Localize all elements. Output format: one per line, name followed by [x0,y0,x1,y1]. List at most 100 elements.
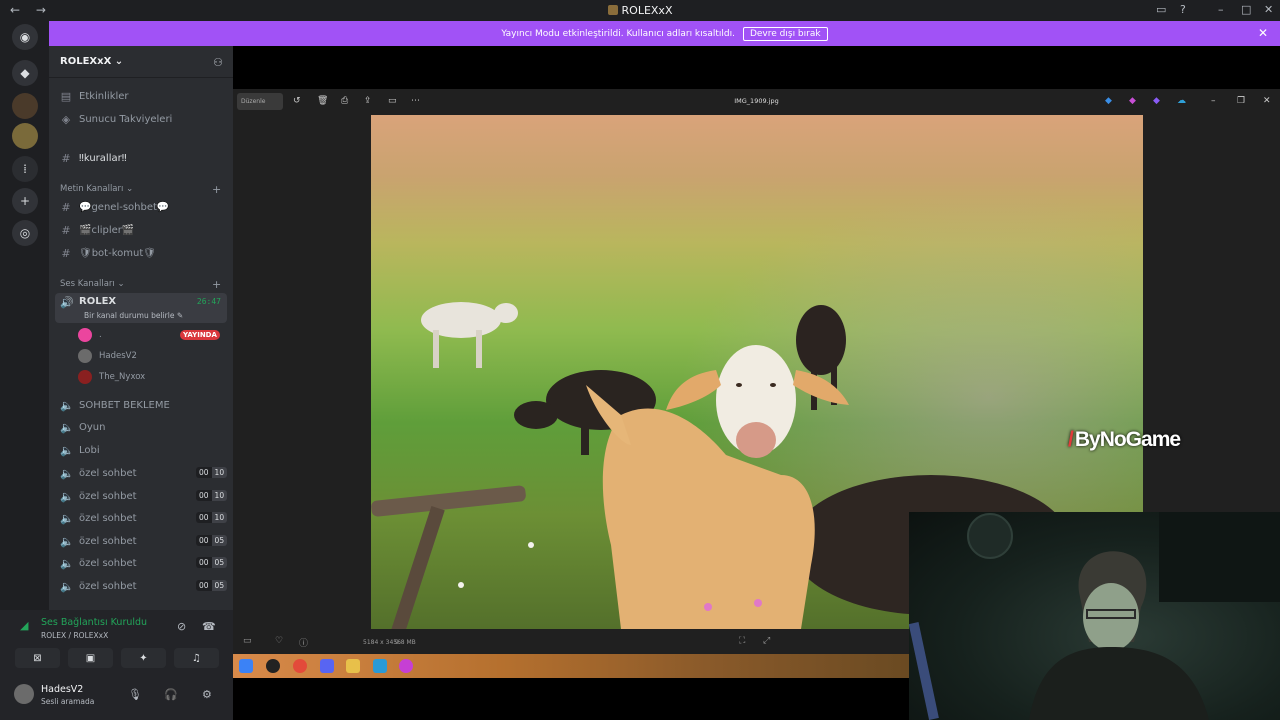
hash-icon: # [61,223,71,237]
user-limit: 00 05 [196,535,228,546]
add-voice-channel-icon[interactable]: + [212,278,221,291]
add-server-icon[interactable]: + [12,188,38,214]
stream-letterbox-top [233,46,1280,89]
server-icon-rolex[interactable] [12,123,38,149]
voice-channel-rolex[interactable]: 🔊 ROLEX Bir kanal durumu belirle ✎ 26:47 [55,293,227,323]
calendar-icon: ▤ [60,89,72,103]
fullscreen-icon[interactable]: ⤢ [763,636,770,646]
speaker-icon: 🔊 [60,296,74,309]
window-titlebar: ← → ROLEXxX ▭ ? – □ ✕ [0,0,1280,21]
channel-status[interactable]: Bir kanal durumu belirle ✎ [84,311,183,320]
nitro-icon[interactable]: ◆ [12,60,38,86]
help-icon[interactable]: ? [1180,3,1186,16]
viewer-close-icon[interactable]: ✕ [1263,96,1271,106]
server-header[interactable]: ROLEXxX ⌄ ⚇ [49,46,233,78]
filmstrip-icon[interactable]: ▭ [243,636,252,646]
close-icon[interactable]: ✕ [1264,3,1273,16]
avatar [14,684,34,704]
noise-suppression-icon[interactable]: ⊘ [177,620,186,633]
settings-gear-icon[interactable]: ⚙ [202,688,212,701]
server-icon-1[interactable] [12,93,38,119]
voice-member[interactable]: . [78,326,102,344]
server-name: ROLEXxX ⌄ [60,56,124,67]
live-badge: YAYINDA [180,330,220,340]
window-title: ROLEXxX [0,4,1280,17]
voice-channel[interactable]: 🔈 SOHBET BEKLEME [55,395,227,415]
add-channel-icon[interactable]: + [212,183,221,196]
text-category[interactable]: Metin Kanalları ⌄ + [60,183,221,196]
inbox-icon[interactable]: ▭ [1156,3,1166,16]
app-icon[interactable] [399,659,413,673]
user-limit: 00 10 [196,467,228,478]
viewer-statusbar: ▭ ♡ ⓘ 5184 x 3456 9.8 MB ⛶ ⤢ [233,634,913,652]
avatar [78,349,92,363]
channel-bot-komut[interactable]: # 🛡bot-komut🛡 [55,243,227,263]
discord-icon[interactable] [320,659,334,673]
channel-genel-sohbet[interactable]: # 💬genel-sohbet💬 [55,197,227,217]
voice-channel[interactable]: 🔈 özel sohbet 00 10 [55,508,228,528]
hash-icon: # [61,246,71,260]
bynogame-watermark: /ByNoGame [1068,428,1181,451]
app-icon[interactable]: ◆ [1129,96,1136,106]
activities-button[interactable]: ✦ [121,648,166,668]
voice-channel[interactable]: 🔈 Oyun [55,417,227,437]
voice-status: Ses Bağlantısı Kuruldu [41,617,148,628]
voice-channel[interactable]: 🔈 özel sohbet 00 10 [55,486,228,506]
boosts-item[interactable]: ◈ Sunucu Takviyeleri [55,109,227,129]
voice-user-panel: ◢ Ses Bağlantısı Kuruldu ROLEX / ROLEXxX… [0,610,233,720]
explore-icon[interactable]: ◎ [12,220,38,246]
disconnect-icon[interactable]: ☎ [202,620,216,633]
channel-sidebar: ROLEXxX ⌄ ⚇ ▤ Etkinlikler ◈ Sunucu Takviye… [49,46,233,610]
voice-member[interactable]: HadesV2 [78,347,137,365]
speaker-icon: 🔈 [60,443,74,457]
voice-channel[interactable]: 🔈 özel sohbet 00 05 [55,531,228,551]
headphones-icon[interactable]: 🎧 [164,688,178,701]
discord-home-icon[interactable]: ◉ [12,24,38,50]
info-icon[interactable]: ⓘ [299,636,308,649]
app-icon[interactable]: ◆ [1153,96,1160,106]
voice-channel[interactable]: 🔈 özel sohbet 00 05 [55,553,228,573]
fit-icon[interactable]: ⛶ [739,636,745,646]
webcam-person-illustration [909,512,1280,720]
voice-channel[interactable]: 🔈 özel sohbet 00 10 [55,463,228,483]
microphone-icon[interactable]: 🎙 [128,688,142,701]
maximize-icon[interactable]: □ [1241,3,1251,16]
invite-icon[interactable]: ⚇ [213,56,223,69]
hash-icon: # [61,200,71,214]
windows-start-icon[interactable] [239,659,253,673]
search-icon[interactable] [266,659,280,673]
events-item[interactable]: ▤ Etkinlikler [55,86,227,106]
speaker-icon: 🔈 [60,534,74,548]
channel-kurallar[interactable]: # ‼kurallar‼ [55,148,227,168]
chrome-icon[interactable] [293,659,307,673]
user-limit: 00 10 [196,512,228,523]
disable-streamer-mode-button[interactable]: Devre dışı bırak [742,26,828,41]
favorite-icon[interactable]: ♡ [275,636,283,646]
voice-channel[interactable]: 🔈 Lobi [55,440,227,460]
viewer-minimize-icon[interactable]: – [1211,96,1216,106]
minimize-icon[interactable]: – [1218,3,1224,16]
cloud-icon[interactable]: ☁ [1177,96,1186,106]
speaker-icon: 🔈 [60,556,74,570]
soundboard-button[interactable]: ♫ [174,648,219,668]
file-name: IMG_1909.jpg [734,97,779,105]
avatar [78,328,92,342]
photos-icon[interactable] [373,659,387,673]
folder-icon[interactable]: ⁞ [12,156,38,182]
app-icon[interactable]: ◆ [1105,96,1112,106]
channel-clipler[interactable]: # 🎬clipler🎬 [55,220,227,240]
username: HadesV2 [41,684,84,695]
folder-icon[interactable] [346,659,360,673]
voice-category[interactable]: Ses Kanalları ⌄ + [60,278,221,291]
call-timer: 26:47 [196,297,221,306]
voice-member[interactable]: The_Nyxox [78,368,145,386]
windows-taskbar [233,654,909,678]
viewer-restore-icon[interactable]: ❐ [1237,96,1245,106]
speaker-icon: 🔈 [60,420,74,434]
screen-share-button[interactable]: ▣ [68,648,113,668]
user-limit: 00 10 [196,490,228,501]
viewer-toolbar: Düzenle ↺ 🗑 ⎙ ⇪ ▭ ⋯ IMG_1909.jpg ◆ ◆ ◆ ☁… [233,89,1280,114]
camera-button[interactable]: ⊠ [15,648,60,668]
voice-channel[interactable]: 🔈 özel sohbet 00 05 [55,576,228,596]
banner-close-icon[interactable]: ✕ [1258,26,1268,40]
